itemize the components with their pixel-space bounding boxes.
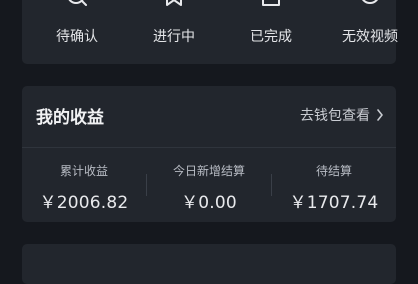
earnings-title: 我的收益 (36, 108, 104, 128)
document-icon (260, 0, 282, 8)
stat-value: ￥1707.74 (289, 193, 379, 213)
clock-icon (359, 0, 381, 8)
view-wallet-label: 去钱包查看 (300, 108, 370, 124)
order-status-card: 待确认 进行中 已完成 无效视频 (22, 0, 398, 64)
tab-invalid-video[interactable]: 无效视频 (330, 0, 410, 64)
tab-pending-confirm[interactable]: 待确认 (37, 0, 117, 64)
tab-label: 进行中 (153, 29, 195, 45)
view-wallet-link[interactable]: 去钱包查看 (300, 105, 384, 125)
tab-label: 已完成 (250, 29, 292, 45)
stat-label: 累计收益 (59, 164, 108, 178)
search-icon (66, 0, 88, 8)
divider (22, 147, 396, 148)
bookmark-icon (163, 0, 185, 8)
stat-pending-settlement: 待结算 ￥1707.74 (272, 162, 396, 213)
stat-total-earnings: 累计收益 ￥2006.82 (22, 162, 146, 213)
next-card (22, 244, 396, 284)
tab-completed[interactable]: 已完成 (231, 0, 311, 64)
chevron-right-icon (377, 109, 383, 121)
stat-value: ￥0.00 (181, 193, 237, 213)
stat-label: 待结算 (315, 164, 352, 178)
tab-label: 待确认 (56, 29, 98, 45)
tab-in-progress[interactable]: 进行中 (134, 0, 214, 64)
stat-today-settled: 今日新增结算 ￥0.00 (147, 162, 271, 213)
stat-value: ￥2006.82 (39, 193, 129, 213)
earnings-card: 我的收益 去钱包查看 累计收益 ￥2006.82 今日新增结算 ￥0.00 待结… (22, 86, 396, 222)
stat-label: 今日新增结算 (172, 164, 245, 178)
tab-label: 无效视频 (342, 29, 398, 45)
